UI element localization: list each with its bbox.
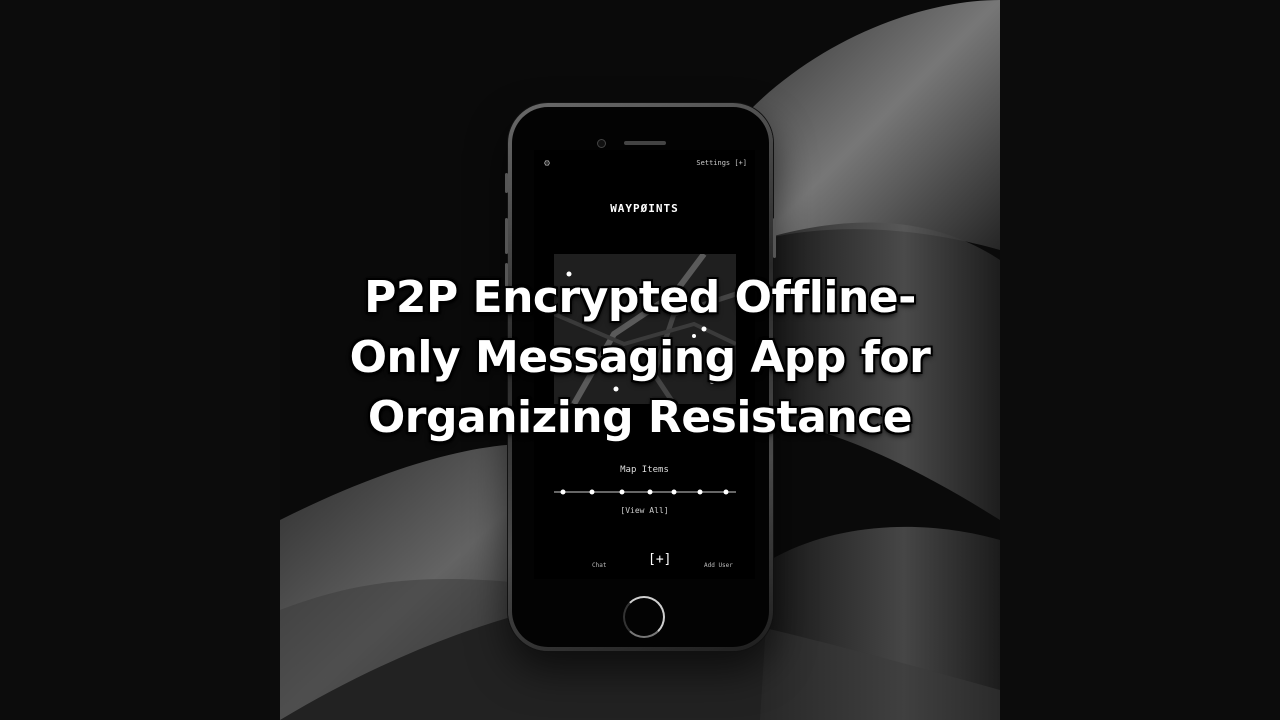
right-letterbox: [1000, 0, 1280, 720]
map-item-dot[interactable]: [697, 489, 703, 495]
map-item-dot[interactable]: [560, 489, 566, 495]
map-item-dot[interactable]: [619, 489, 625, 495]
view-all-link[interactable]: [View All]: [534, 506, 755, 515]
map-item-dot[interactable]: [671, 489, 677, 495]
left-letterbox: [0, 0, 280, 720]
gear-icon[interactable]: ⚙: [544, 158, 550, 169]
headline-line-3: Organizing Resistance: [367, 392, 913, 443]
volume-up-button: [505, 218, 508, 254]
home-button: [623, 596, 665, 638]
headline-line-1: P2P Encrypted Offline-: [364, 272, 916, 323]
nav-chat[interactable]: Chat: [592, 562, 606, 569]
camera-icon: [597, 139, 606, 148]
nav-add-user[interactable]: Add User: [704, 562, 733, 569]
app-title: WAYPØINTS: [610, 202, 679, 215]
nav-add-button[interactable]: [+]: [648, 552, 671, 567]
map-items-track: [554, 489, 736, 495]
map-item-dot[interactable]: [723, 489, 729, 495]
headline-overlay: P2P Encrypted Offline- Only Messaging Ap…: [340, 268, 940, 448]
map-item-dot[interactable]: [589, 489, 595, 495]
speaker-grille: [624, 141, 666, 145]
mute-switch: [505, 173, 508, 193]
map-items-label: Map Items: [620, 465, 669, 475]
headline-line-2: Only Messaging App for: [349, 332, 931, 383]
power-button: [773, 218, 776, 258]
settings-link[interactable]: Settings [+]: [696, 159, 747, 167]
map-item-dot[interactable]: [647, 489, 653, 495]
